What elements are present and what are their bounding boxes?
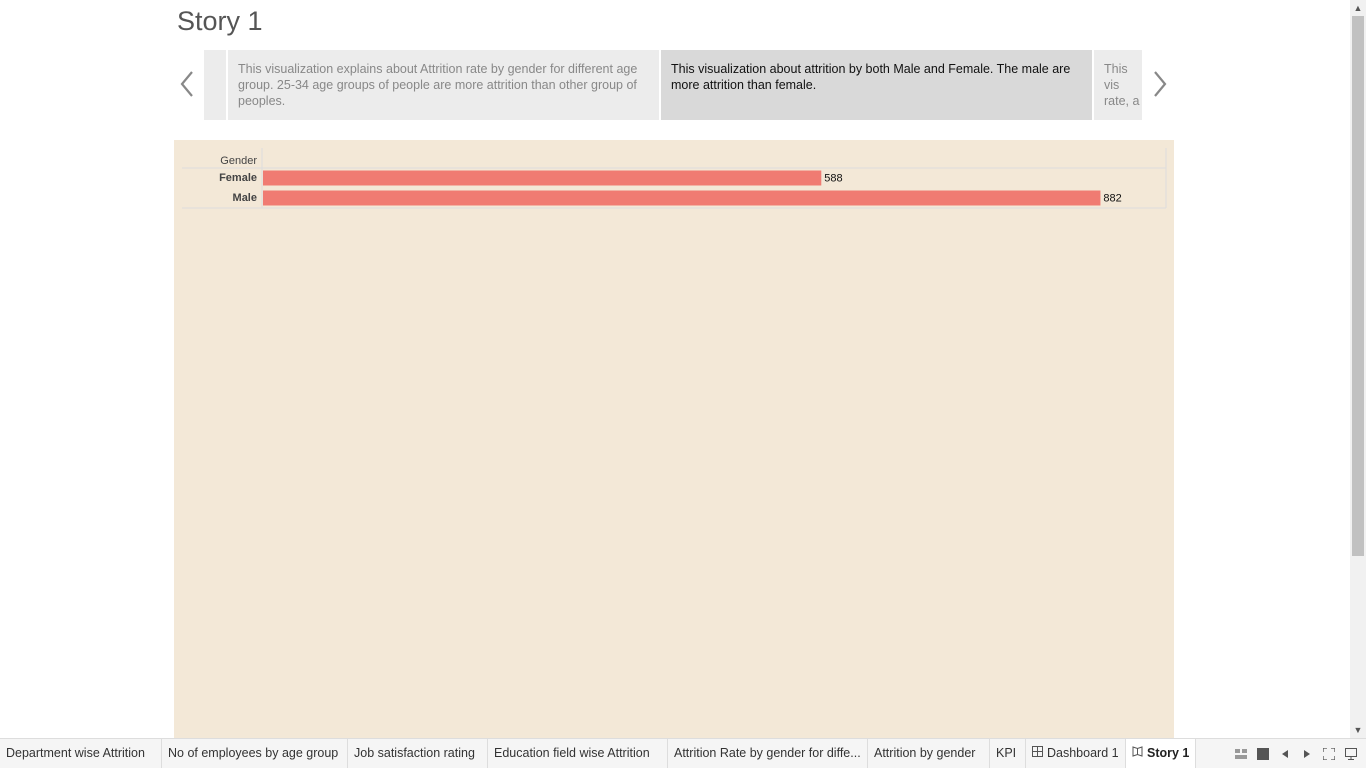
next-story-point-button[interactable] [1148,66,1172,102]
dashboard-icon [1032,739,1043,768]
category-label-male: Male [233,192,257,204]
next-sheet-icon[interactable] [1300,747,1314,761]
story-point-2[interactable]: This visualization about attrition by bo… [661,50,1092,120]
chevron-right-icon [1154,71,1167,97]
visualization-area: Gender Female 588 Male 882 [174,140,1174,738]
tab-story-1[interactable]: Story 1 [1126,739,1196,768]
tab-label: Attrition by gender [874,746,976,760]
sheet-sorter-icon[interactable] [1234,747,1248,761]
tab-education-field-wise-attrition[interactable]: Education field wise Attrition [488,739,668,768]
previous-sheet-icon[interactable] [1278,747,1292,761]
tab-kpi[interactable]: KPI [990,739,1026,768]
story-point-3[interactable]: This vis rate, a [1094,50,1142,120]
scroll-thumb[interactable] [1352,16,1364,556]
attrition-by-gender-chart: Female 588 Male 882 [182,148,1167,209]
filmstrip-icon[interactable] [1256,747,1270,761]
story-point-1[interactable]: This visualization explains about Attrit… [228,50,659,120]
tab-attrition-by-gender[interactable]: Attrition by gender [868,739,990,768]
category-label-female: Female [219,172,257,184]
story-point-stub[interactable] [204,50,226,120]
bar-female[interactable] [263,170,822,186]
data-label-male: 882 [1103,193,1121,205]
story-icon [1132,739,1143,768]
tab-job-satisfaction-rating[interactable]: Job satisfaction rating [348,739,488,768]
chevron-left-icon [180,71,193,97]
tab-label: Attrition Rate by gender for diffe... [674,746,861,760]
tab-label: No of employees by age group [168,746,339,760]
tab-dashboard-1[interactable]: Dashboard 1 [1026,739,1126,768]
story-navigator: This visualization explains about Attrit… [204,50,1142,120]
scroll-up-icon[interactable]: ▲ [1350,0,1366,16]
tab-label: KPI [996,746,1017,760]
previous-story-point-button[interactable] [175,66,199,102]
scroll-down-icon[interactable]: ▼ [1350,722,1366,738]
tab-label: Education field wise Attrition [494,746,650,760]
tab-label: Dashboard 1 [1047,746,1119,760]
sheet-controls [1234,739,1358,768]
data-label-female: 588 [824,173,842,185]
tab-employees-by-age-group[interactable]: No of employees by age group [162,739,348,768]
vertical-scrollbar[interactable]: ▲ ▼ [1350,0,1366,738]
sheet-tab-bar: Department wise Attrition No of employee… [0,738,1366,768]
page-title: Story 1 [177,6,263,36]
tab-label: Story 1 [1147,746,1190,760]
tab-label: Department wise Attrition [6,746,145,760]
tab-label: Job satisfaction rating [354,746,475,760]
tab-department-wise-attrition[interactable]: Department wise Attrition [0,739,162,768]
presentation-mode-icon[interactable] [1344,747,1358,761]
tab-attrition-rate-by-gender[interactable]: Attrition Rate by gender for diffe... [668,739,868,768]
bar-male[interactable] [263,190,1101,206]
fullscreen-icon[interactable] [1322,747,1336,761]
